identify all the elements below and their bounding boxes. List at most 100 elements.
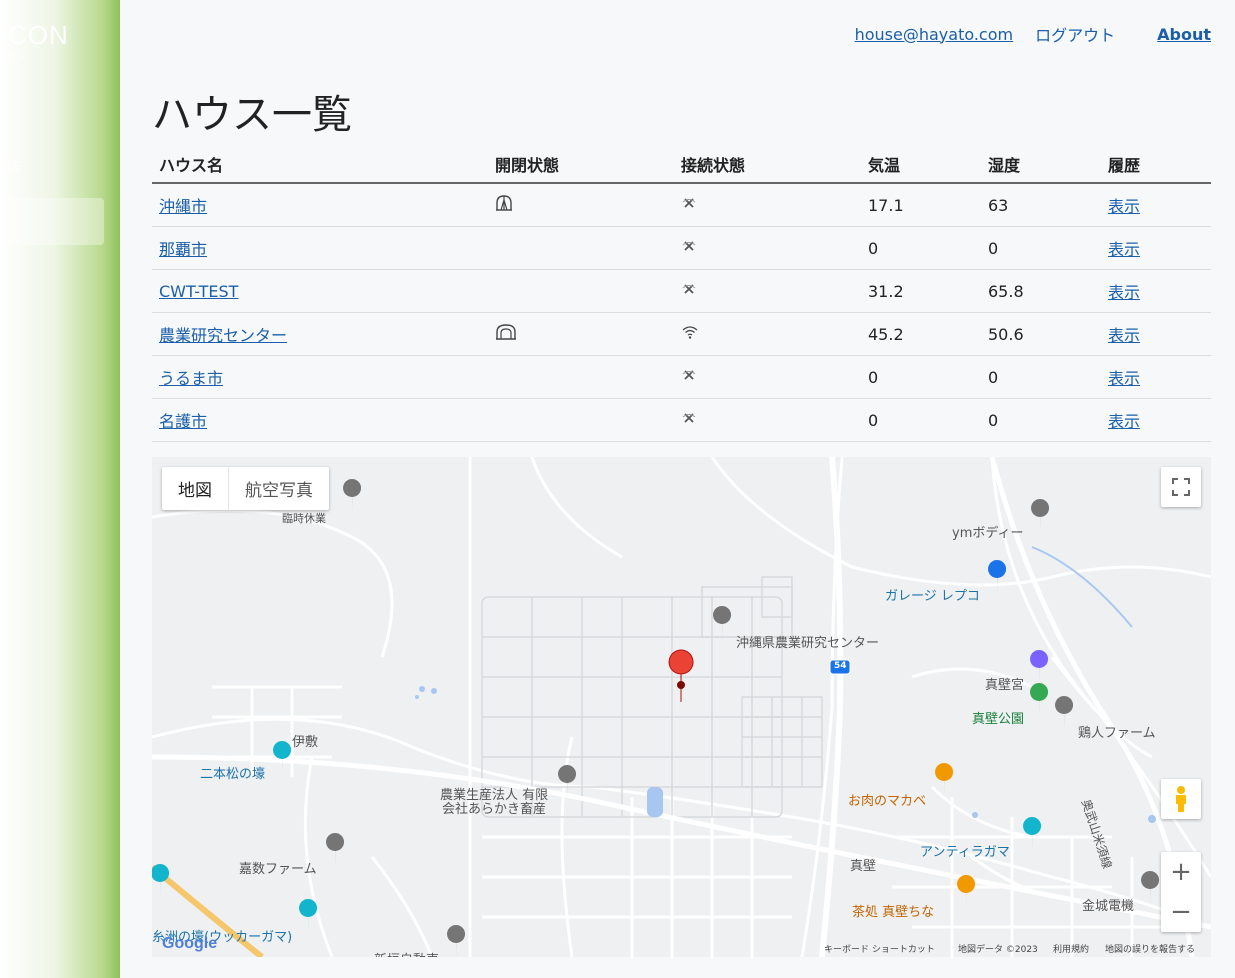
app-logo-subtitle: コン: [8, 53, 27, 63]
house-open-icon: [496, 195, 512, 211]
page-title: ハウス一覧: [152, 92, 352, 138]
fullscreen-icon: [1172, 478, 1190, 496]
table-row: 沖縄市 17.1 63 表示: [152, 183, 1211, 227]
open-state-cell: [488, 312, 674, 356]
house-name-link[interactable]: CWT-TEST: [159, 282, 238, 301]
humidity-cell: 0: [981, 355, 1101, 399]
header-temperature: 気温: [861, 144, 981, 184]
history-link[interactable]: 表示: [1108, 326, 1140, 345]
temperature-cell: 31.2: [861, 269, 981, 313]
map-label[interactable]: ymボディー: [952, 522, 1023, 541]
connection-state-cell: [674, 312, 861, 356]
map-label[interactable]: 茶処 真壁ちな: [852, 901, 934, 920]
table-row: 那覇市 0 0 表示: [152, 226, 1211, 270]
disconnected-icon: [682, 241, 696, 251]
map-type-satellite-button[interactable]: 航空写真: [228, 467, 329, 510]
user-email-link[interactable]: house@hayato.com: [855, 25, 1014, 44]
house-name-link[interactable]: 農業研究センター: [159, 326, 287, 345]
connection-state-cell: [674, 269, 861, 313]
header-history: 履歴: [1101, 144, 1211, 184]
house-name-link[interactable]: うるま市: [159, 369, 223, 388]
connection-state-cell: [674, 183, 861, 227]
street-view-pegman[interactable]: [1161, 779, 1201, 819]
map-label[interactable]: 新垣自動車: [374, 949, 439, 957]
history-link[interactable]: 表示: [1108, 197, 1140, 216]
humidity-cell: 0: [981, 398, 1101, 442]
open-state-cell: [488, 355, 674, 399]
map-label[interactable]: 真壁宮: [985, 674, 1024, 693]
open-state-cell: [488, 269, 674, 313]
history-link[interactable]: 表示: [1108, 240, 1140, 259]
logout-link[interactable]: ログアウト: [1035, 22, 1115, 46]
table-row: うるま市 0 0 表示: [152, 355, 1211, 399]
header-humidity: 湿度: [981, 144, 1101, 184]
disconnected-icon: [682, 370, 696, 380]
table-row: 農業研究センター 45.2 50.6 表示: [152, 312, 1211, 356]
connection-state-cell: [674, 398, 861, 442]
report-map-error-link[interactable]: 地図の誤りを報告する: [1105, 942, 1195, 955]
map-type-map-button[interactable]: 地図: [162, 467, 228, 510]
history-link[interactable]: 表示: [1108, 283, 1140, 302]
map-data-attribution: 地図データ ©2023: [958, 945, 1038, 955]
temperature-cell: 0: [861, 398, 981, 442]
map-roads: [152, 457, 1211, 957]
connection-state-cell: [674, 226, 861, 270]
disconnected-icon: [682, 284, 696, 294]
history-link[interactable]: 表示: [1108, 412, 1140, 431]
temperature-cell: 17.1: [861, 183, 981, 227]
map-label: 伊敷: [292, 735, 319, 750]
open-state-cell: [488, 226, 674, 270]
connection-state-cell: [674, 355, 861, 399]
table-header-row: ハウス名 開閉状態 接続状態 気温 湿度 履歴: [152, 144, 1211, 184]
wifi-icon: [682, 326, 698, 339]
sidebar-item-active[interactable]: [0, 198, 104, 245]
map-label[interactable]: 真壁公園: [972, 708, 1024, 727]
temperature-cell: 0: [861, 226, 981, 270]
header-connection-state: 接続状態: [674, 144, 861, 184]
zoom-control: + −: [1161, 852, 1201, 932]
house-table: ハウス名 開閉状態 接続状態 気温 湿度 履歴 沖縄市 17.1 63 表示 那…: [152, 144, 1211, 442]
header-house-name: ハウス名: [152, 144, 488, 184]
map-label[interactable]: ガレージ レプコ: [885, 585, 980, 604]
pegman-icon: [1176, 786, 1186, 812]
fullscreen-button[interactable]: [1161, 467, 1201, 507]
app-logo: CON: [8, 20, 69, 50]
humidity-cell: 65.8: [981, 269, 1101, 313]
zoom-in-button[interactable]: +: [1170, 852, 1192, 892]
sidebar: CON コン 法: [0, 0, 120, 978]
top-navigation: house@hayato.com ログアウト About: [855, 22, 1211, 46]
disconnected-icon: [682, 198, 696, 208]
disconnected-icon: [682, 413, 696, 423]
keyboard-shortcuts-link[interactable]: キーボード ショートカット: [824, 942, 935, 955]
house-name-link[interactable]: 那覇市: [159, 240, 207, 259]
house-name-link[interactable]: 名護市: [159, 412, 207, 431]
open-state-cell: [488, 398, 674, 442]
route-number: 54: [834, 661, 847, 671]
map-label[interactable]: 会社あらかき畜産: [442, 798, 546, 817]
map-label[interactable]: アンティラガマ: [920, 841, 1010, 860]
house-closed-icon: [496, 324, 516, 340]
temperature-cell: 0: [861, 355, 981, 399]
map-label[interactable]: 二本松の壕: [200, 763, 265, 782]
map[interactable]: 地図 航空写真 + − 臨時休業 ymボディー ガレージ レプコ 沖縄県農業研究…: [152, 457, 1211, 957]
about-link[interactable]: About: [1157, 25, 1211, 44]
history-link[interactable]: 表示: [1108, 369, 1140, 388]
humidity-cell: 0: [981, 226, 1101, 270]
map-label[interactable]: 金城電機: [1082, 895, 1134, 914]
table-row: 名護市 0 0 表示: [152, 398, 1211, 442]
map-label[interactable]: 嘉数ファーム: [239, 858, 317, 877]
house-name-link[interactable]: 沖縄市: [159, 197, 207, 216]
google-logo[interactable]: Google: [162, 935, 217, 953]
terms-link[interactable]: 利用規約: [1053, 942, 1089, 955]
open-state-cell: [488, 183, 674, 227]
map-label[interactable]: 鶏人ファーム: [1078, 722, 1156, 741]
sidebar-item[interactable]: 法: [8, 157, 20, 174]
table-row: CWT-TEST 31.2 65.8 表示: [152, 269, 1211, 313]
map-label[interactable]: 沖縄県農業研究センター: [736, 632, 879, 651]
zoom-out-button[interactable]: −: [1170, 892, 1192, 932]
header-open-state: 開閉状態: [488, 144, 674, 184]
map-label[interactable]: 臨時休業: [282, 510, 326, 526]
map-label[interactable]: お肉のマカベ: [848, 790, 926, 809]
map-type-control: 地図 航空写真: [162, 467, 329, 510]
humidity-cell: 63: [981, 183, 1101, 227]
